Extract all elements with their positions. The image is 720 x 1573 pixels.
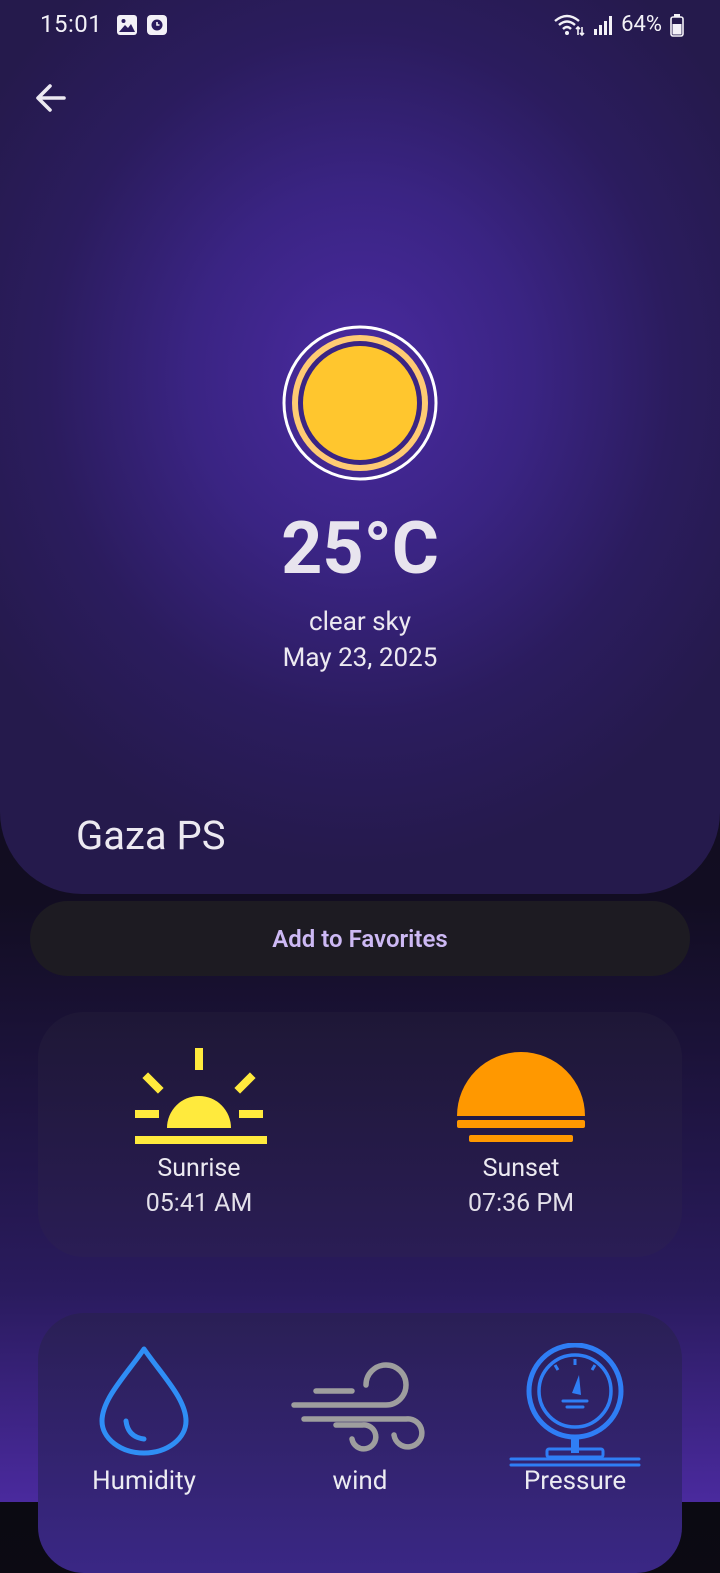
wifi-icon — [554, 14, 585, 36]
clock-app-icon — [147, 15, 167, 35]
temperature: 25°C — [281, 506, 439, 591]
battery-percentage: 64% — [621, 12, 662, 37]
weather-description: clear sky — [308, 607, 412, 637]
pressure-gauge-icon — [509, 1342, 641, 1467]
status-time: 15:01 — [40, 10, 103, 38]
sun-times-card: Sunrise 05:41 AM Sunset 07:36 PM — [38, 1012, 682, 1257]
sunrise-label: Sunrise — [157, 1154, 241, 1183]
water-drop-icon — [99, 1346, 189, 1456]
sunset-time: 07:36 PM — [467, 1189, 575, 1218]
stat-humidity[interactable]: Humidity — [44, 1343, 244, 1496]
battery-icon — [670, 13, 684, 37]
stat-label: Pressure — [523, 1466, 627, 1496]
sunset-item: Sunset 07:36 PM — [401, 1042, 641, 1218]
status-bar: 15:01 64% — [0, 0, 720, 56]
sunrise-item: Sunrise 05:41 AM — [79, 1042, 319, 1218]
weather-stats-card: Humidity wind Pressure — [38, 1313, 682, 1573]
sun-icon — [282, 325, 438, 481]
arrow-left-icon[interactable] — [30, 78, 74, 118]
sunrise-icon — [135, 1048, 267, 1144]
stat-label: wind — [332, 1466, 388, 1496]
sunset-label: Sunset — [482, 1154, 560, 1183]
add-to-favorites-button[interactable]: Add to Favorites — [30, 901, 690, 976]
sunset-icon — [457, 1052, 585, 1157]
stat-label: Humidity — [92, 1466, 196, 1496]
city-name: Gaza PS — [76, 812, 226, 859]
wind-icon — [291, 1362, 425, 1452]
image-icon — [117, 15, 137, 35]
status-right: 64% — [553, 12, 684, 37]
weather-date: May 23, 2025 — [282, 643, 438, 673]
sunrise-time: 05:41 AM — [145, 1189, 253, 1218]
weather-hero-panel: 15:01 64% 25°C clear sky May 23, 2025 Ga… — [0, 0, 720, 894]
stat-pressure[interactable]: Pressure — [475, 1342, 675, 1496]
stat-wind[interactable]: wind — [260, 1343, 460, 1496]
signal-icon — [594, 15, 613, 35]
